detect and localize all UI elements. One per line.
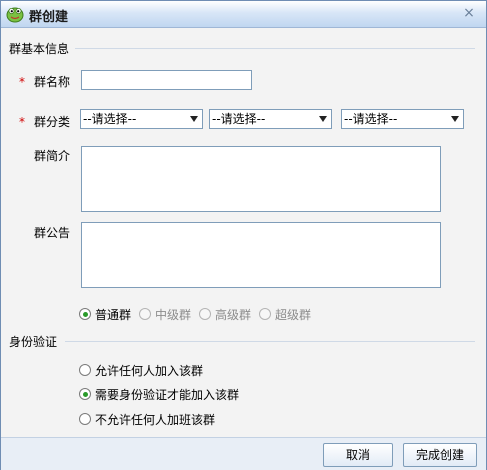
- radio-normal[interactable]: [79, 308, 91, 320]
- section-basic-info-label: 群基本信息: [9, 42, 70, 56]
- group-notice-textarea[interactable]: [81, 222, 441, 288]
- section-verification-label: 身份验证: [9, 335, 58, 349]
- verify-option-require-label: 需要身份验证才能加入该群: [95, 387, 240, 402]
- group-type-normal[interactable]: 普通群: [79, 306, 131, 322]
- radio-require[interactable]: [79, 388, 91, 400]
- verify-option-require[interactable]: 需要身份验证才能加入该群: [79, 386, 239, 402]
- group-type-super: 超级群: [259, 306, 311, 322]
- required-mark: *: [19, 115, 25, 129]
- frog-icon: [6, 7, 24, 23]
- radio-none[interactable]: [79, 413, 91, 425]
- category-select-3-value: --请选择--: [344, 112, 398, 126]
- verify-option-anyone[interactable]: 允许任何人加入该群: [79, 362, 203, 378]
- required-mark: *: [19, 75, 25, 89]
- window-title: 群创建: [29, 10, 69, 25]
- category-select-1-value: --请选择--: [83, 112, 137, 126]
- group-type-super-label: 超级群: [275, 307, 312, 322]
- chevron-down-icon: [451, 116, 459, 122]
- chevron-down-icon: [190, 116, 198, 122]
- group-type-advanced-label: 高级群: [215, 307, 252, 322]
- group-notice-label: 群公告: [34, 226, 71, 240]
- group-type-intermediate-label: 中级群: [155, 307, 192, 322]
- radio-advanced: [199, 308, 211, 320]
- group-name-input[interactable]: [81, 70, 252, 90]
- titlebar: 群创建 ×: [1, 1, 486, 28]
- category-select-2-value: --请选择--: [212, 112, 266, 126]
- group-intro-textarea[interactable]: [81, 146, 441, 212]
- group-name-label: 群名称: [34, 75, 71, 89]
- category-select-2[interactable]: --请选择--: [209, 109, 332, 129]
- radio-intermediate: [139, 308, 151, 320]
- group-type-normal-label: 普通群: [95, 307, 132, 322]
- verify-option-none-label: 不允许任何人加班该群: [95, 412, 216, 427]
- close-icon[interactable]: ×: [462, 6, 476, 20]
- group-intro-label: 群简介: [34, 149, 71, 163]
- radio-anyone[interactable]: [79, 364, 91, 376]
- dialog-footer: 取消 完成创建: [1, 437, 486, 470]
- chevron-down-icon: [319, 116, 327, 122]
- group-category-label: 群分类: [34, 115, 71, 129]
- section-divider: [75, 48, 475, 49]
- radio-super: [259, 308, 271, 320]
- category-select-3[interactable]: --请选择--: [341, 109, 464, 129]
- category-select-1[interactable]: --请选择--: [80, 109, 203, 129]
- verify-option-none[interactable]: 不允许任何人加班该群: [79, 411, 215, 427]
- section-divider: [65, 341, 475, 342]
- group-type-advanced: 高级群: [199, 306, 251, 322]
- create-button[interactable]: 完成创建: [403, 443, 477, 467]
- group-create-dialog: 群创建 × 群基本信息 * 群名称 * 群分类 --请选择-- --请选择-- …: [0, 0, 487, 470]
- verify-option-anyone-label: 允许任何人加入该群: [95, 363, 204, 378]
- group-type-intermediate: 中级群: [139, 306, 191, 322]
- cancel-button[interactable]: 取消: [323, 443, 393, 467]
